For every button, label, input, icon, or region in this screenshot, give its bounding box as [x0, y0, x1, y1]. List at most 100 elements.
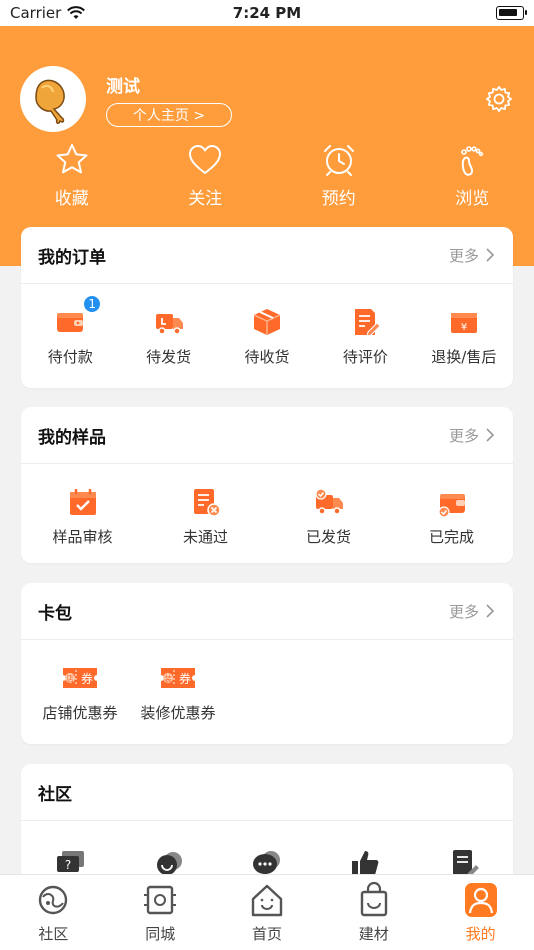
samples-more-link[interactable]: 更多: [449, 425, 495, 446]
sample-review[interactable]: 样品审核: [21, 486, 144, 547]
drumstick-avatar-icon: [35, 79, 65, 124]
community-header: 社区: [21, 764, 513, 821]
quick-action-label: 收藏: [54, 189, 89, 209]
alarm-clock-icon: [323, 145, 354, 176]
svg-text:¥: ¥: [461, 322, 467, 333]
coupon-row: 店 券 店铺优惠券 装 券 装修优惠券: [21, 640, 513, 723]
card-wallet-title: 卡包: [38, 603, 72, 624]
coupon-tag: 店: [66, 674, 74, 684]
tab-label: 同城: [145, 925, 176, 943]
status-bar: Carrier 7:24 PM: [0, 0, 534, 26]
order-label: 待付款: [47, 348, 93, 366]
heart-icon: [189, 145, 222, 174]
tab-community[interactable]: 社区: [0, 875, 107, 950]
order-label: 待收货: [244, 348, 290, 366]
username: 测试: [106, 77, 140, 97]
samples-card: 我的样品 更多 样品审核 未通过 已发货 已完成: [21, 407, 513, 563]
order-label: 退换/售后: [431, 348, 497, 366]
more-label: 更多: [448, 602, 479, 621]
sample-label: 已完成: [428, 528, 474, 546]
tab-label: 我的: [465, 925, 496, 943]
coupon-ticket: 券: [81, 671, 93, 686]
refund-icon: ¥: [450, 313, 477, 333]
tab-mine[interactable]: 我的: [427, 875, 534, 950]
quick-action-history[interactable]: 浏览: [411, 142, 534, 209]
quick-action-label: 关注: [188, 189, 223, 209]
samples-header: 我的样品 更多: [21, 407, 513, 464]
more-label: 更多: [448, 246, 479, 265]
delivery-truck-icon: [155, 314, 183, 335]
chevron-right-icon: [486, 604, 495, 618]
chevron-right-icon: [486, 428, 495, 442]
wallet-check-icon: [437, 494, 465, 518]
tab-label: 首页: [251, 925, 282, 943]
sample-label: 已发货: [305, 528, 351, 546]
order-pending-receipt[interactable]: 待收货: [218, 306, 316, 367]
decoration-coupon-icon: 装 券: [161, 668, 195, 688]
order-label: 待发货: [146, 348, 192, 366]
wallet-icon: [57, 313, 84, 332]
home-icon: [251, 884, 283, 917]
card-wallet-card: 卡包 更多 店 券 店铺优惠券 装 券 装修优惠券: [21, 583, 513, 744]
star-icon: [56, 144, 88, 174]
quick-action-favorites[interactable]: 收藏: [10, 142, 134, 209]
tab-label: 建材: [358, 925, 389, 943]
orders-card: 我的订单 更多 1 待付款 待发货 待收货 待评价 ¥ 退换/售后: [21, 227, 513, 388]
more-label: 更多: [448, 426, 479, 445]
order-pending-payment[interactable]: 1 待付款: [21, 294, 119, 367]
card-wallet-header: 卡包 更多: [21, 583, 513, 640]
store-coupon-icon: 店 券: [63, 668, 97, 688]
tab-local[interactable]: 同城: [107, 875, 214, 950]
decoration-coupon[interactable]: 装 券 装修优惠券: [129, 662, 227, 723]
card-wallet-more-link[interactable]: 更多: [449, 601, 495, 622]
quick-action-appointment[interactable]: 预约: [277, 142, 401, 209]
sample-shipped[interactable]: 已发货: [267, 486, 390, 547]
footprint-icon: [461, 146, 484, 176]
sample-label: 未通过: [182, 528, 228, 546]
review-edit-icon: [355, 309, 382, 337]
order-refund-aftersale[interactable]: ¥ 退换/售后: [415, 306, 513, 367]
profile-icon: [464, 883, 497, 917]
quick-action-label: 浏览: [455, 189, 490, 209]
chevron-right-icon: [486, 248, 495, 262]
orders-header: 我的订单 更多: [21, 227, 513, 284]
tab-home[interactable]: 首页: [214, 875, 321, 950]
svg-text:?: ?: [65, 858, 71, 872]
store-coupon[interactable]: 店 券 店铺优惠券: [31, 662, 129, 723]
samples-title: 我的样品: [38, 427, 106, 448]
shipped-truck-icon: [314, 488, 343, 515]
orders-more-link[interactable]: 更多: [449, 245, 495, 266]
calendar-check-icon: [69, 489, 96, 515]
order-pending-review[interactable]: 待评价: [316, 306, 414, 367]
coupon-tag: 装: [164, 674, 172, 684]
community-title: 社区: [38, 784, 72, 805]
tab-building-materials[interactable]: 建材: [320, 875, 427, 950]
coupon-label: 店铺优惠券: [42, 704, 118, 722]
planet-icon: [39, 885, 68, 915]
coupon-label: 装修优惠券: [140, 704, 216, 722]
battery-icon: [496, 6, 527, 20]
sample-rejected[interactable]: 未通过: [144, 486, 267, 547]
homepage-button[interactable]: 个人主页 >: [106, 103, 232, 127]
tab-label: 社区: [38, 925, 69, 943]
settings-gear-icon[interactable]: [484, 84, 514, 114]
quick-action-follow[interactable]: 关注: [144, 142, 268, 209]
sample-completed[interactable]: 已完成: [390, 486, 513, 547]
avatar[interactable]: [20, 66, 86, 132]
quick-actions-row: 收藏 关注 预约 浏览: [0, 142, 534, 209]
package-box-icon: [253, 309, 281, 335]
pending-payment-badge: 1: [82, 294, 103, 314]
orders-title: 我的订单: [38, 247, 106, 268]
shopping-bag-icon: [360, 881, 387, 917]
quick-action-label: 预约: [321, 189, 356, 209]
sample-label: 样品审核: [52, 528, 113, 546]
orders-icon-row: 1 待付款 待发货 待收货 待评价 ¥ 退换/售后: [21, 284, 513, 367]
local-icon: [144, 885, 177, 915]
coupon-ticket: 券: [179, 671, 191, 686]
bottom-tab-bar: 社区 同城 首页 建材 我的: [0, 874, 534, 950]
clock: 7:24 PM: [232, 4, 302, 22]
order-label: 待评价: [342, 348, 388, 366]
document-reject-icon: [193, 489, 221, 517]
order-pending-shipment[interactable]: 待发货: [119, 306, 217, 367]
samples-icon-row: 样品审核 未通过 已发货 已完成: [21, 464, 513, 547]
